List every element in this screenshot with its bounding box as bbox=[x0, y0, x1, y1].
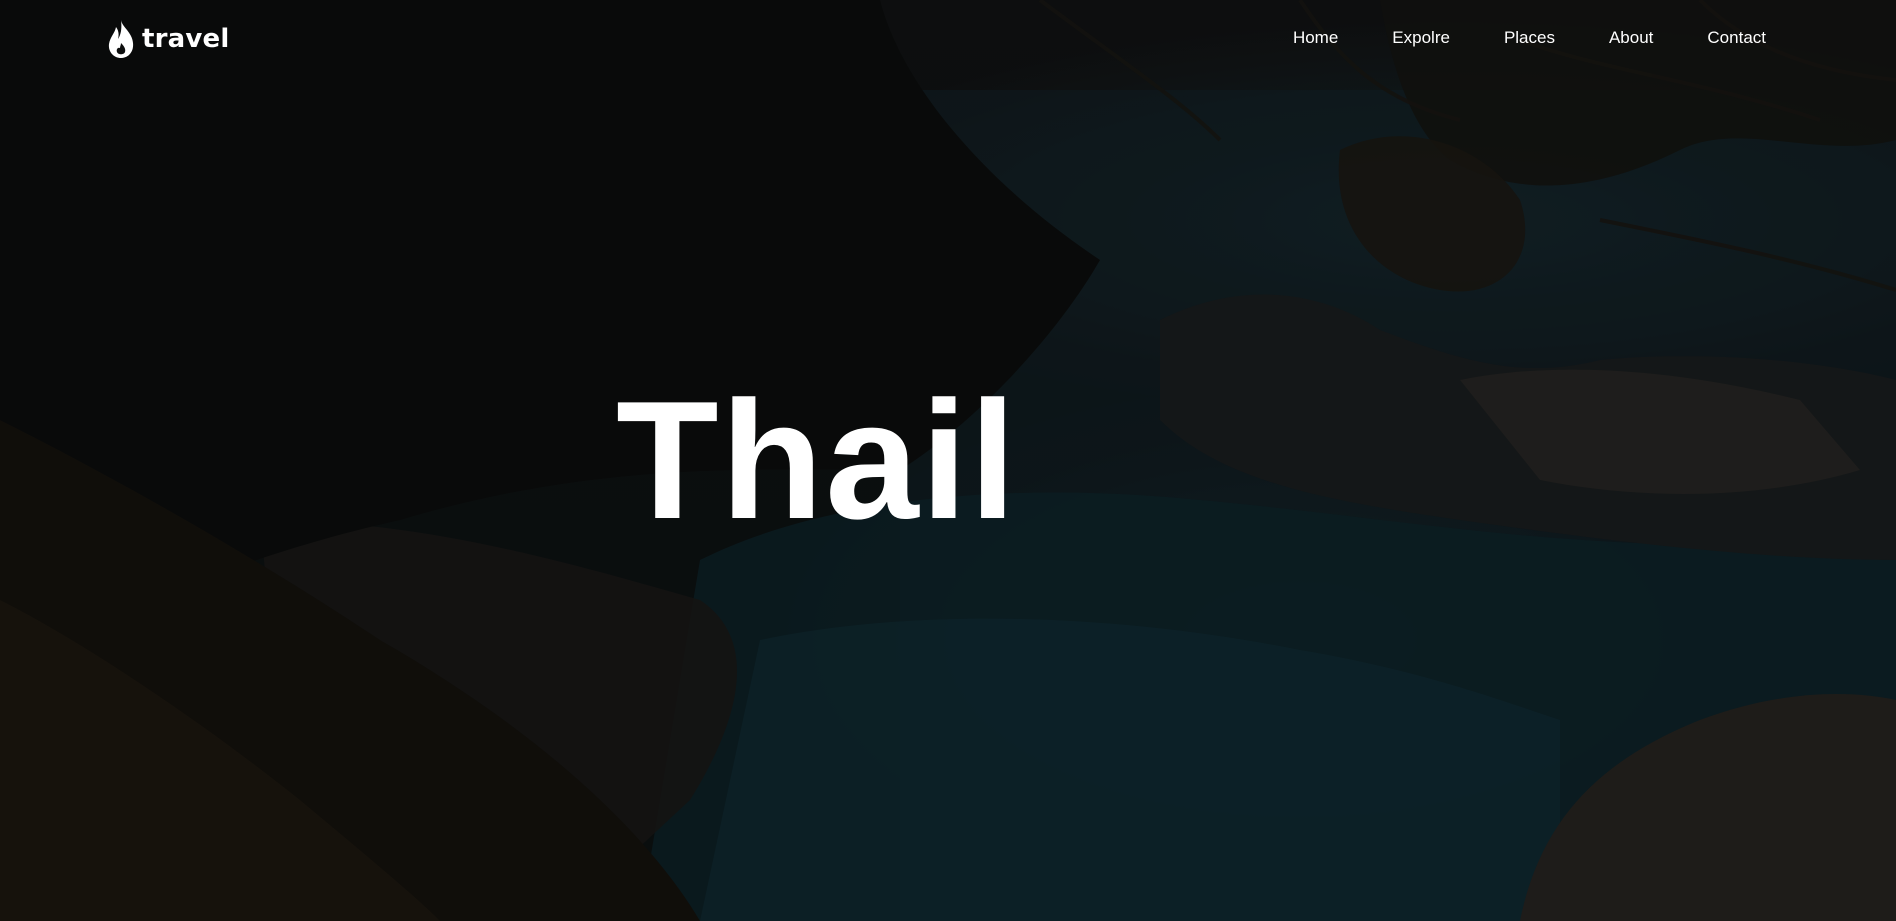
brand-name: travel bbox=[142, 24, 230, 54]
hero-headline: Thaila bbox=[616, 380, 1006, 540]
nav-link-contact[interactable]: Contact bbox=[1680, 28, 1766, 48]
hero-headline-mask: Thaila bbox=[616, 380, 1006, 540]
nav-link-about[interactable]: About bbox=[1582, 28, 1680, 48]
brand-logo-link[interactable]: travel bbox=[106, 18, 230, 60]
nav-link-home[interactable]: Home bbox=[1266, 28, 1365, 48]
hero-section: travel Home Expolre Places About Contact… bbox=[0, 0, 1896, 921]
main-nav: Home Expolre Places About Contact bbox=[1266, 28, 1766, 48]
top-navigation-bar: travel Home Expolre Places About Contact bbox=[0, 0, 1896, 78]
nav-link-places[interactable]: Places bbox=[1477, 28, 1582, 48]
nav-link-explore[interactable]: Expolre bbox=[1365, 28, 1477, 48]
flame-icon bbox=[108, 20, 134, 58]
